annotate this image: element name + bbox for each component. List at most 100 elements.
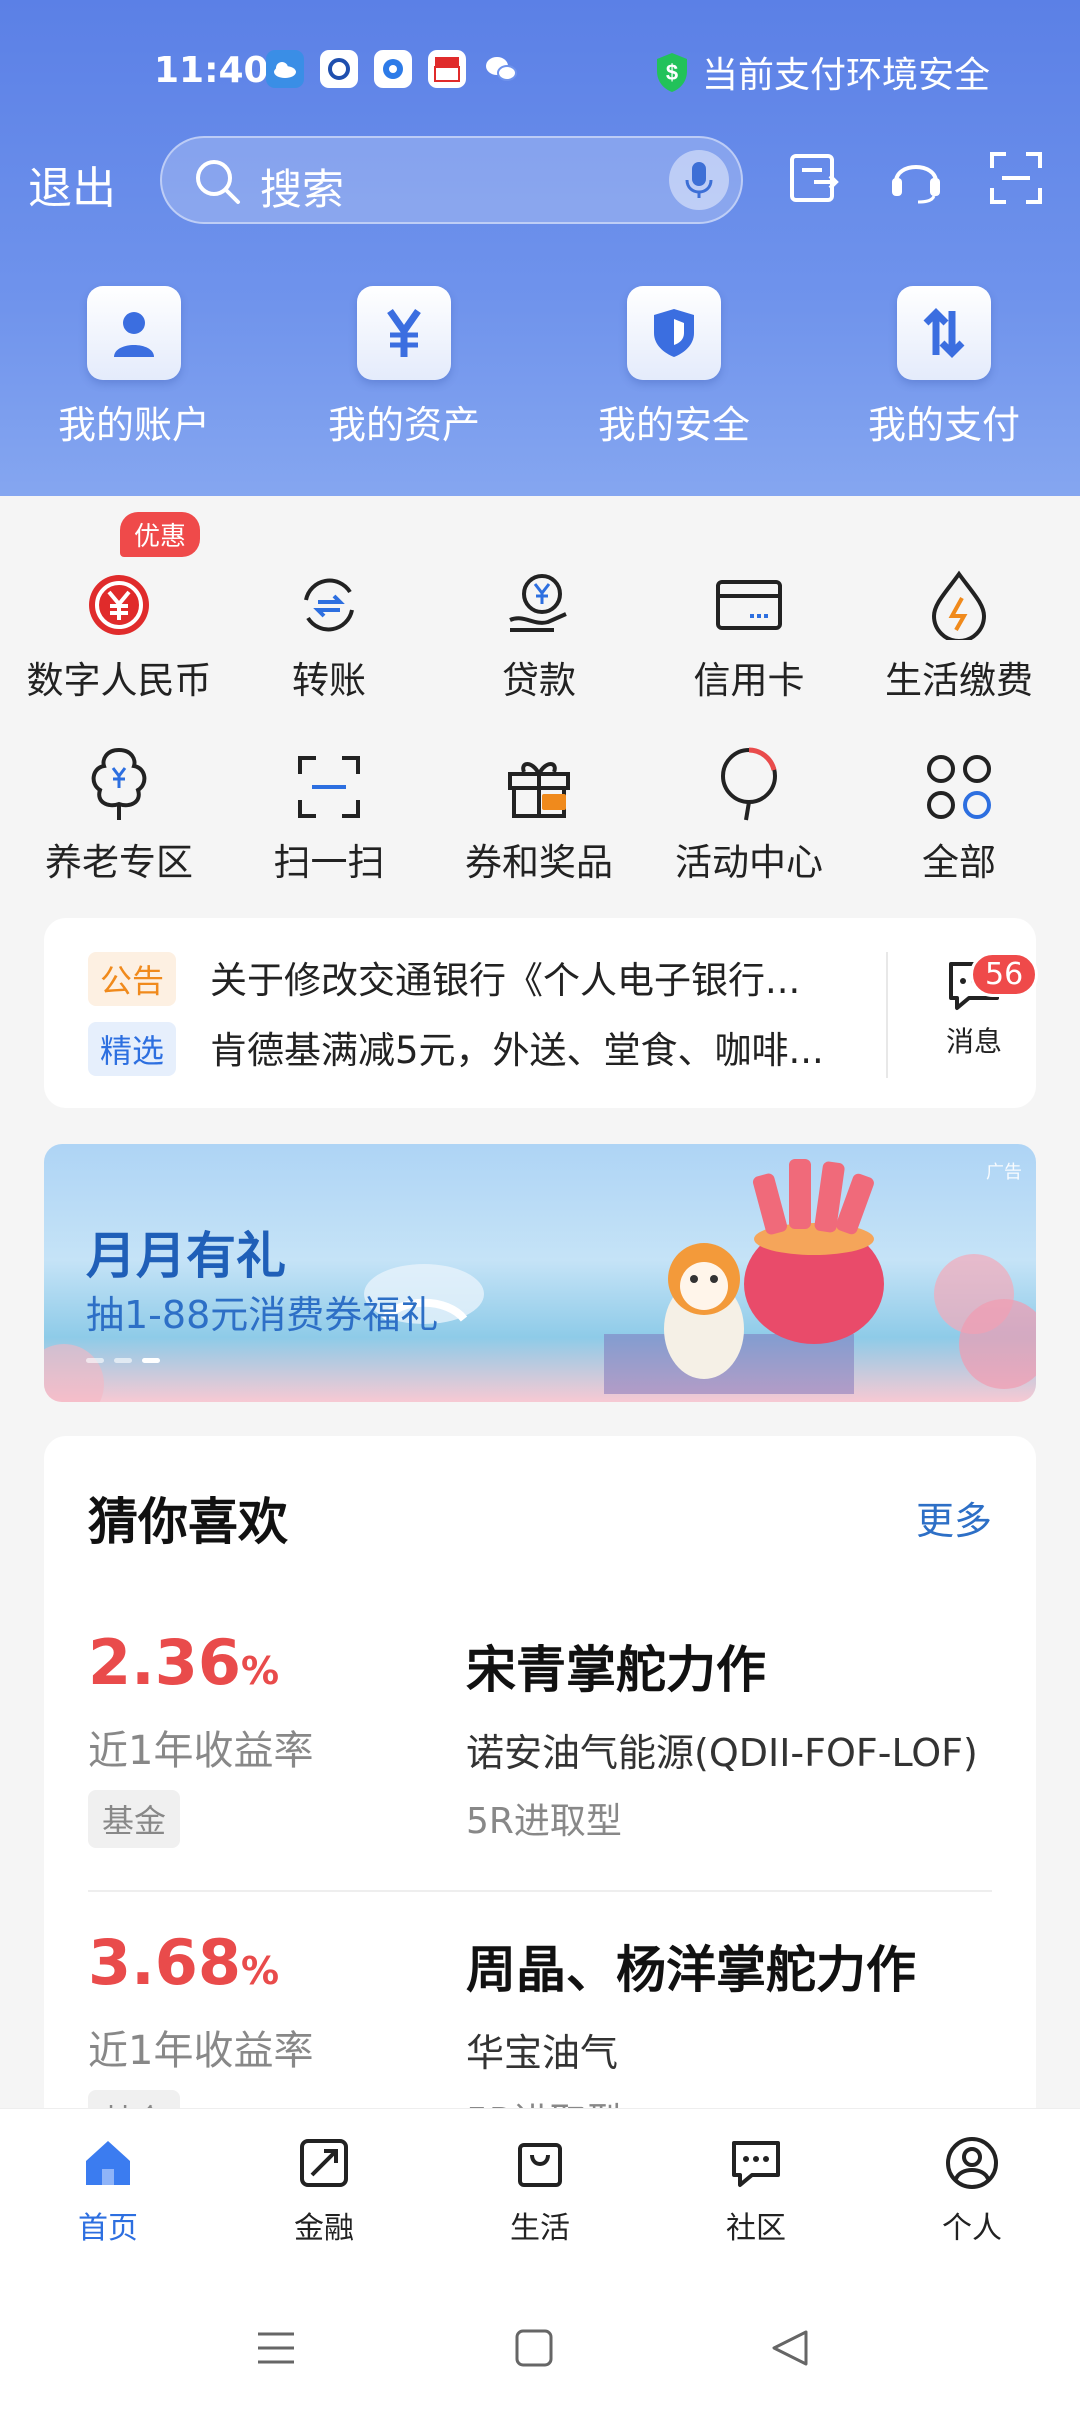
rate-label: 近1年收益率 — [88, 1728, 314, 1774]
pension-zone-label: 养老专区 — [45, 841, 193, 884]
transfer-icon — [304, 578, 354, 632]
featured-tag: 精选 — [88, 1022, 177, 1076]
pension-zone-button[interactable]: 养老专区 — [14, 732, 224, 886]
menu-icon[interactable] — [254, 2326, 298, 2370]
digital-rmb-label: 数字人民币 — [26, 659, 212, 702]
product-item[interactable]: 3.68% 近1年收益率 基金 周晶、杨洋掌舵力作 华宝油气 5R进取型 — [44, 1926, 1036, 2116]
loan-button[interactable]: 贷款 — [434, 550, 644, 704]
home-square-icon[interactable] — [512, 2326, 556, 2370]
loan-label: 贷款 — [502, 659, 576, 702]
product-rate: 2.36% — [88, 1626, 280, 1699]
security-text: 当前支付环境安全 — [701, 55, 990, 96]
top-bar: 退出 搜索 — [0, 136, 1080, 224]
weather-icon — [266, 50, 304, 88]
search-icon — [196, 160, 240, 204]
notice-card: 公告 关于修改交通银行《个人电子银行... 精选 肯德基满减5元，外送、堂食、咖… — [44, 918, 1039, 1108]
tab-profile-label: 个人 — [942, 2211, 1002, 2246]
tab-profile[interactable]: 个人 — [902, 2135, 1042, 2247]
scan-service-button[interactable]: 扫一扫 — [224, 732, 434, 886]
all-services-button[interactable]: 全部 — [854, 732, 1064, 886]
calendar-icon — [428, 50, 466, 88]
app-notification-icon — [320, 50, 358, 88]
bill-list-icon[interactable] — [784, 148, 844, 208]
messages-label: 消息 — [945, 1025, 1002, 1058]
scan-icon[interactable] — [986, 148, 1046, 208]
product-type-tag: 基金 — [88, 1790, 181, 1848]
more-link[interactable]: 更多 — [916, 1490, 992, 1545]
utility-payment-icon — [931, 570, 987, 640]
transfer-button[interactable]: 转账 — [224, 550, 434, 704]
announcement-tag: 公告 — [88, 952, 177, 1006]
tab-life[interactable]: 生活 — [470, 2135, 610, 2247]
my-payment-label: 我的支付 — [867, 403, 1020, 447]
tab-finance[interactable]: 金融 — [254, 2135, 394, 2247]
shopping-bag-icon — [518, 2143, 562, 2187]
credit-card-icon — [716, 580, 782, 630]
digital-rmb-icon — [89, 575, 149, 635]
transfer-arrows-icon — [897, 286, 991, 380]
rate-label: 近1年收益率 — [88, 2028, 314, 2074]
pension-tree-icon — [91, 747, 147, 820]
fund-name: 华宝油气 — [466, 2031, 619, 2075]
product-name: 宋青掌舵力作 — [466, 1641, 766, 1699]
all-services-label: 全部 — [922, 841, 996, 884]
my-security-button[interactable]: 我的安全 — [574, 286, 774, 449]
banner-title: 月月有礼 — [86, 1227, 286, 1285]
promo-badge: 优惠 — [120, 512, 201, 557]
finance-icon — [300, 2139, 348, 2187]
status-bar: 11:40 $ 当前支付环境安全 — [0, 40, 1080, 100]
coupons-prizes-button[interactable]: 券和奖品 — [434, 732, 644, 886]
utility-payment-button[interactable]: 生活缴费 — [854, 550, 1064, 704]
announcement-text[interactable]: 关于修改交通银行《个人电子银行... — [210, 950, 890, 1004]
my-account-button[interactable]: 我的账户 — [34, 286, 234, 449]
tab-community-label: 社区 — [726, 2211, 786, 2246]
banner-subtitle: 抽1-88元消费券福礼 — [86, 1293, 439, 1337]
tab-finance-label: 金融 — [294, 2211, 354, 2246]
grid-all-icon — [927, 755, 991, 819]
gift-icon — [508, 762, 570, 818]
system-nav-bar — [0, 2282, 1080, 2412]
tab-life-label: 生活 — [510, 2211, 570, 2246]
recommend-title: 猜你喜欢 — [88, 1493, 288, 1551]
bottom-tab-bar: 首页 金融 生活 社区 个人 — [0, 2108, 1080, 2282]
back-icon[interactable] — [768, 2326, 812, 2370]
product-rate: 3.68% — [88, 1926, 280, 1999]
notification-icons — [266, 50, 520, 88]
voice-search-button[interactable] — [669, 150, 729, 210]
scan-qr-icon — [298, 756, 360, 818]
credit-card-button[interactable]: 信用卡 — [644, 550, 854, 704]
product-item[interactable]: 2.36% 近1年收益率 基金 宋青掌舵力作 诺安油气能源(QDII-FOF-L… — [44, 1626, 1036, 1926]
digital-rmb-button[interactable]: 数字人民币 — [14, 550, 224, 704]
tab-community[interactable]: 社区 — [686, 2135, 826, 2247]
ad-label: 广告 — [986, 1162, 1022, 1183]
chat-bubble-icon — [732, 2141, 780, 2187]
utility-payment-label: 生活缴费 — [885, 659, 1033, 702]
my-payment-button[interactable]: 我的支付 — [844, 286, 1044, 449]
activity-center-button[interactable]: 活动中心 — [644, 732, 854, 886]
shield-dollar-icon: $ — [656, 53, 687, 92]
loan-icon — [509, 574, 567, 632]
fund-name: 诺安油气能源(QDII-FOF-LOF) — [466, 1731, 978, 1775]
carousel-indicator — [86, 1358, 160, 1363]
my-assets-label: 我的资产 — [327, 403, 480, 447]
balloon-icon — [721, 747, 777, 821]
risk-level: 5R进取型 — [466, 1801, 622, 1842]
exit-button[interactable]: 退出 — [28, 152, 116, 216]
wechat-icon — [482, 50, 520, 88]
coupons-prizes-label: 券和奖品 — [465, 841, 613, 884]
divider — [88, 1890, 992, 1892]
featured-text[interactable]: 肯德基满减5元，外送、堂食、咖啡... — [210, 1020, 890, 1074]
message-count-badge: 56 — [970, 952, 1039, 997]
search-input[interactable]: 搜索 — [160, 136, 743, 224]
customer-service-icon[interactable] — [886, 148, 946, 208]
recommend-card: 猜你喜欢 更多 2.36% 近1年收益率 基金 宋青掌舵力作 诺安油气能源(QD… — [44, 1436, 1036, 2116]
browser-icon — [374, 50, 412, 88]
profile-icon — [946, 2137, 998, 2189]
status-time: 11:40 — [154, 50, 269, 91]
my-assets-button[interactable]: 我的资产 — [304, 286, 504, 449]
shield-icon — [627, 286, 721, 380]
account-icon — [87, 286, 181, 380]
tab-home[interactable]: 首页 — [38, 2135, 178, 2247]
promo-banner[interactable]: 月月有礼 抽1-88元消费券福礼 广告 — [44, 1144, 1036, 1402]
my-security-label: 我的安全 — [597, 403, 750, 447]
